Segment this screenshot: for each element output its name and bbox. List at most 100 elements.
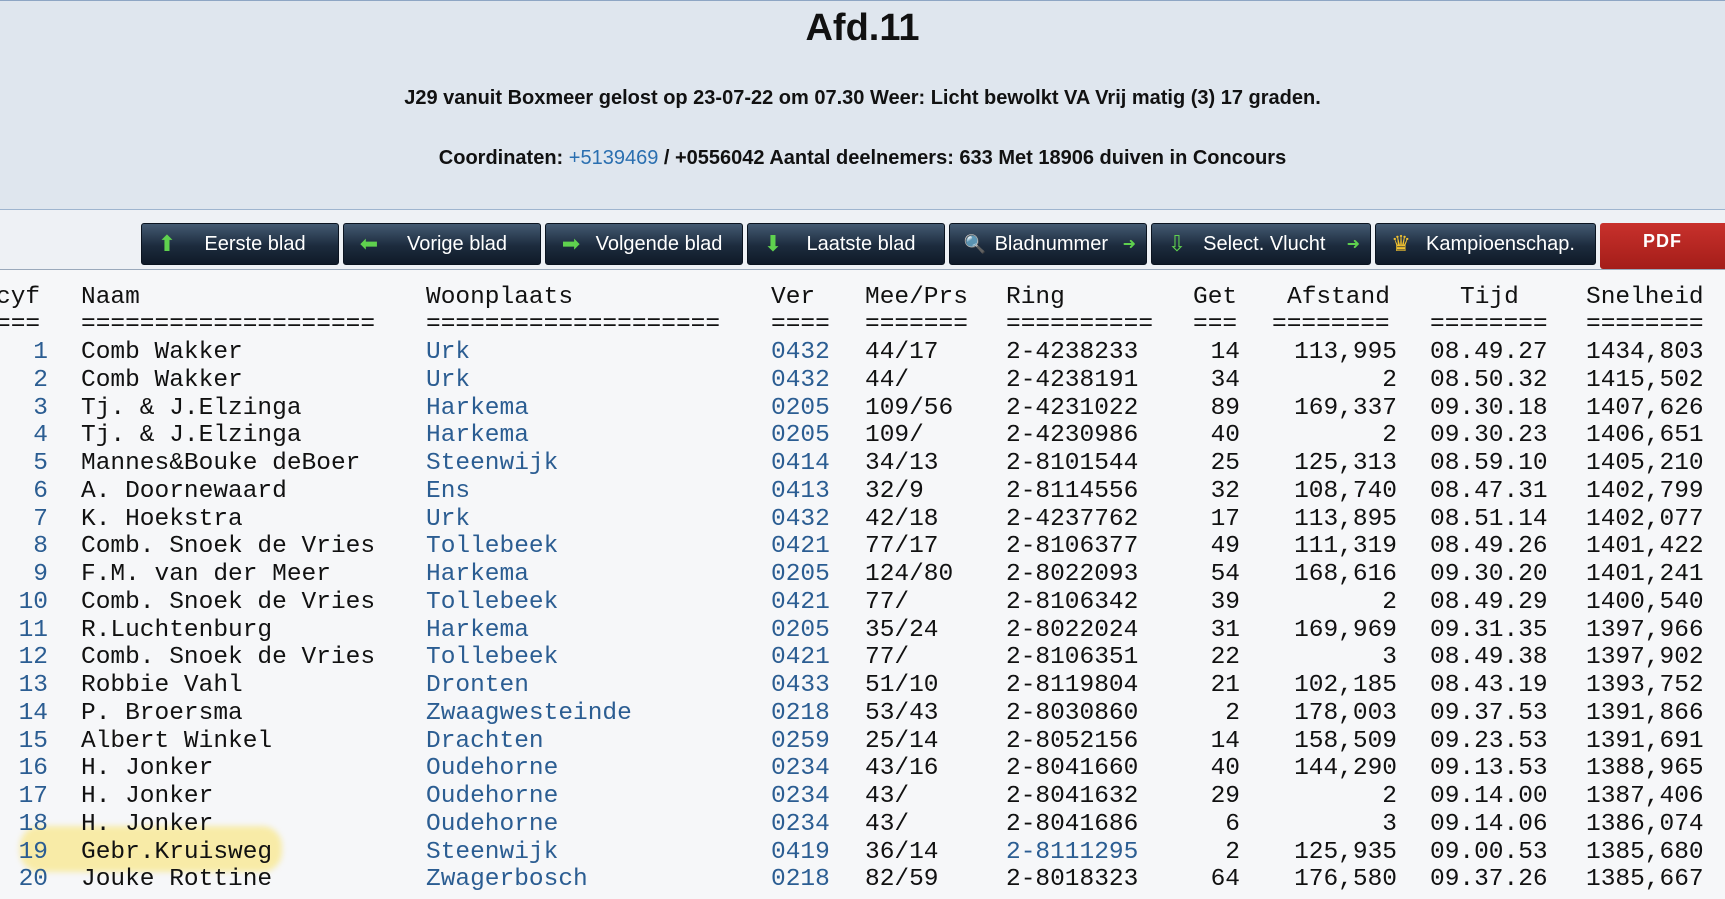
separator-ring: ==========	[1006, 311, 1154, 338]
cell-rank[interactable]: 3	[33, 395, 48, 422]
cell-ver[interactable]: 0234	[771, 783, 830, 810]
cell-name: Mannes&Bouke deBoer	[81, 450, 361, 477]
cell-ver[interactable]: 0234	[771, 811, 830, 838]
table-row: 11 R.Luchtenburg Harkema 0205 35/24 2-8022024…	[0, 617, 1725, 644]
cell-meeprs: 51/10	[865, 672, 939, 699]
cell-place[interactable]: Urk	[426, 339, 470, 366]
cell-ver[interactable]: 0432	[771, 339, 830, 366]
table-row: 3 Tj. & J.Elzinga Harkema 0205 109/56 2-42310…	[0, 395, 1725, 422]
cell-rank[interactable]: 7	[33, 506, 48, 533]
cell-snelheid: 1400,540	[1586, 588, 1704, 616]
cell-ring: 2-4238191	[1006, 366, 1139, 394]
cell-ver[interactable]: 0433	[771, 672, 830, 699]
cell-place[interactable]: Steenwijk	[426, 839, 558, 866]
cell-snelheid: 1407,626	[1586, 394, 1704, 422]
cell-place[interactable]: Harkema	[426, 617, 529, 644]
magnifier-icon: 🔍	[963, 234, 987, 254]
page-number-label: Bladnummer	[994, 232, 1108, 255]
cell-rank[interactable]: 5	[33, 450, 48, 477]
cell-ring: 2-8114556	[1006, 477, 1139, 505]
cell-rank[interactable]: 8	[33, 533, 48, 560]
cell-rank[interactable]: 18	[19, 811, 48, 838]
cell-place[interactable]: Tollebeek	[426, 589, 558, 616]
cell-rank[interactable]: 12	[19, 644, 48, 671]
cell-place[interactable]: Oudehorne	[426, 755, 558, 782]
cell-rank[interactable]: 19	[19, 839, 48, 866]
next-page-button[interactable]: ➡ Volgende blad	[545, 223, 743, 265]
cell-place[interactable]: Zwagerbosch	[426, 866, 588, 893]
cell-place[interactable]: Urk	[426, 367, 470, 394]
cell-rank[interactable]: 2	[33, 367, 48, 394]
cell-place[interactable]: Urk	[426, 506, 470, 533]
cell-ver[interactable]: 0218	[771, 700, 830, 727]
cell-rank[interactable]: 13	[19, 672, 48, 699]
previous-page-button[interactable]: ⬅ Vorige blad	[343, 223, 541, 265]
cell-rank[interactable]: 9	[33, 561, 48, 588]
cell-place[interactable]: Ens	[426, 478, 470, 505]
separator-tijd: ========	[1430, 311, 1548, 338]
cell-ver[interactable]: 0419	[771, 839, 830, 866]
cell-place[interactable]: Tollebeek	[426, 644, 558, 671]
cell-place[interactable]: Oudehorne	[426, 811, 558, 838]
cell-rank[interactable]: 10	[19, 589, 48, 616]
cell-rank[interactable]: 11	[19, 617, 48, 644]
cell-ver[interactable]: 0421	[771, 589, 830, 616]
cell-rank[interactable]: 20	[19, 866, 48, 893]
cell-place[interactable]: Zwaagwesteinde	[426, 700, 632, 727]
column-header-snelheid: Snelheid	[1586, 284, 1704, 311]
go-arrow-icon: ➜	[1346, 236, 1360, 253]
cell-tijd: 08.49.38	[1430, 644, 1548, 672]
column-header-ring: Ring	[1006, 284, 1065, 311]
cell-ver[interactable]: 0432	[771, 367, 830, 394]
cell-ver[interactable]: 0414	[771, 450, 830, 477]
cell-ver[interactable]: 0205	[771, 617, 830, 644]
cell-place[interactable]: Harkema	[426, 422, 529, 449]
cell-place[interactable]: Harkema	[426, 561, 529, 588]
cell-ver[interactable]: 0218	[771, 866, 830, 893]
cell-get: 34	[1210, 366, 1240, 394]
cell-ver[interactable]: 0234	[771, 755, 830, 782]
cell-snelheid: 1385,667	[1586, 866, 1704, 894]
cell-ring[interactable]: 2-8111295	[1006, 839, 1138, 866]
cell-name: Tj. & J.Elzinga	[81, 422, 302, 450]
cell-ver[interactable]: 0413	[771, 478, 830, 505]
cell-place[interactable]: Oudehorne	[426, 783, 558, 810]
cell-snelheid: 1397,966	[1586, 616, 1704, 644]
cell-ver[interactable]: 0205	[771, 395, 830, 422]
cell-ver[interactable]: 0205	[771, 561, 830, 588]
cell-name: Tj. & J.Elzinga	[81, 394, 302, 422]
cell-name: R.Luchtenburg	[81, 616, 273, 644]
championship-label: Kampioenschap.	[1426, 232, 1575, 255]
cell-rank[interactable]: 16	[19, 755, 48, 782]
page-number-button[interactable]: 🔍 Bladnummer ➜	[949, 223, 1147, 265]
first-page-button[interactable]: ⬆ Eerste blad	[141, 223, 339, 265]
cell-ver[interactable]: 0205	[771, 422, 830, 449]
cell-place[interactable]: Dronten	[426, 672, 529, 699]
cell-rank[interactable]: 17	[19, 783, 48, 810]
cell-afstand: 2	[1382, 588, 1397, 616]
cell-rank[interactable]: 4	[33, 422, 48, 449]
championship-button[interactable]: ♛ Kampioenschap.	[1375, 223, 1596, 265]
cell-ver[interactable]: 0259	[771, 728, 830, 755]
cell-afstand: 102,185	[1294, 672, 1397, 699]
coordinates-link[interactable]: +5139469	[569, 147, 659, 169]
cell-place[interactable]: Harkema	[426, 395, 529, 422]
pdf-button[interactable]: PDF	[1600, 223, 1725, 269]
cell-place[interactable]: Tollebeek	[426, 533, 558, 560]
cell-rank[interactable]: 15	[19, 728, 48, 755]
last-page-button[interactable]: ⬇ Laatste blad	[747, 223, 945, 265]
cell-ver[interactable]: 0421	[771, 533, 830, 560]
cell-place[interactable]: Drachten	[426, 728, 544, 755]
cell-ver[interactable]: 0432	[771, 506, 830, 533]
cell-rank[interactable]: 14	[19, 700, 48, 727]
cell-snelheid: 1415,502	[1586, 366, 1704, 394]
separator-meeprs: =======	[865, 311, 968, 338]
cell-ver[interactable]: 0421	[771, 644, 830, 671]
cell-ring: 2-8041660	[1006, 755, 1139, 783]
cell-tijd: 09.14.00	[1430, 783, 1548, 810]
select-flight-button[interactable]: ⇩ Select. Vlucht ➜	[1151, 223, 1371, 265]
cell-place[interactable]: Steenwijk	[426, 450, 558, 477]
cell-rank[interactable]: 1	[33, 339, 48, 366]
cell-rank[interactable]: 6	[33, 478, 48, 505]
cell-ring: 2-8018323	[1006, 866, 1139, 894]
